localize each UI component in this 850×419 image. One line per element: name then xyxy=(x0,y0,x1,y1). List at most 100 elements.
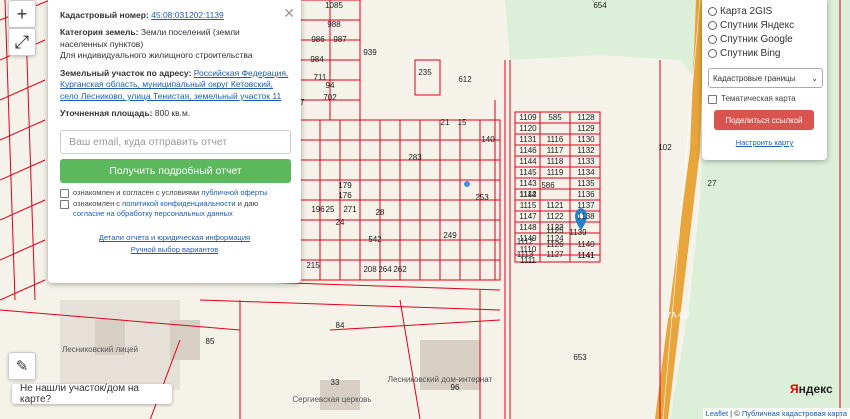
parcel-label: 612 xyxy=(458,75,472,84)
parcel-label: 1146 xyxy=(519,146,537,155)
thematic-row[interactable]: Тематическая карта xyxy=(708,94,821,104)
get-report-button[interactable]: Получить подробный отчет xyxy=(60,158,291,183)
radio-yandex-sat[interactable]: Спутник Яндекс xyxy=(708,18,821,32)
place-label: Сергиевская церковь xyxy=(292,395,371,404)
parcel-label: 176 xyxy=(338,191,352,200)
offer-checkbox-row[interactable]: ознакомлен и согласен с условиями публич… xyxy=(60,188,289,198)
privacy-text: ознакомлен с xyxy=(73,198,121,208)
parcel-label: 249 xyxy=(443,231,457,240)
parcel-label: 1117 xyxy=(547,146,564,155)
parcel-label: 1115 xyxy=(520,201,537,210)
pencil-icon: ✎ xyxy=(15,358,29,375)
parcel-label: 585 xyxy=(548,113,562,122)
parcel-label: 271 xyxy=(343,205,357,214)
share-link-button[interactable]: Поделиться ссылкой xyxy=(714,110,814,130)
offer-text: ознакомлен и согласен с условиями xyxy=(73,187,200,197)
radio-label: Спутник Bing xyxy=(720,47,781,59)
radio-icon[interactable] xyxy=(708,6,717,16)
privacy-checkbox[interactable] xyxy=(60,199,69,209)
parcel-label: 84 xyxy=(336,321,345,330)
parcel-label: 102 xyxy=(658,143,672,152)
parcel-label: 986 xyxy=(311,35,325,44)
parcel-label: 208 xyxy=(363,265,377,274)
layer-select[interactable]: Кадастровые границы ⌄ xyxy=(708,68,823,88)
parcel-label: 654 xyxy=(593,1,607,10)
map-app: 1085988986987984939947029771165461223510… xyxy=(0,0,850,419)
parcel-label: 1131 xyxy=(519,135,537,144)
leaflet-link[interactable]: Leaflet xyxy=(706,409,729,418)
parcel-label: 15 xyxy=(458,118,467,127)
parcel-label: 1118 xyxy=(547,157,564,166)
parcel-label: 702 xyxy=(323,93,337,102)
chevron-down-icon: ⌄ xyxy=(811,73,818,83)
thematic-checkbox[interactable] xyxy=(708,95,717,104)
parcel-label: 215 xyxy=(306,261,320,270)
area-label: Уточненная площадь: xyxy=(60,108,153,119)
parcel-label: 653 xyxy=(573,353,587,362)
edit-button[interactable]: ✎ xyxy=(8,352,36,380)
details-link[interactable]: Детали отчета и юридическая информация xyxy=(99,233,250,242)
not-found-button[interactable]: Не нашли участок/дом на карте? xyxy=(12,383,172,405)
yandex-logo: Яндекс xyxy=(790,382,833,396)
parcel-label: 1126 xyxy=(546,240,564,249)
parcel-label: 1113 xyxy=(517,250,534,259)
parcel-label: 1140 xyxy=(577,240,595,249)
parcel-label: 196 xyxy=(311,205,325,214)
parcel-label: 1143 xyxy=(519,179,537,188)
fullscreen-button[interactable]: ⤢ xyxy=(8,28,36,56)
radio-2gis[interactable]: Карта 2GIS xyxy=(708,4,821,18)
radio-bing-sat[interactable]: Спутник Bing xyxy=(708,46,821,60)
parcel-label: 25 xyxy=(326,205,335,214)
parcel-label: 1085 xyxy=(325,1,343,10)
parcel-label: 1120 xyxy=(519,124,537,133)
parcel-label: 1125 xyxy=(546,226,564,235)
parcel-info-panel: ✕ Кадастровый номер: 45:08:031202:1139 К… xyxy=(48,0,301,283)
parcel-label: 1136 xyxy=(577,190,595,199)
parcel-label: 542 xyxy=(368,235,382,244)
consent-link[interactable]: согласие на обработку персональных данны… xyxy=(73,209,233,218)
privacy-text2: и даю xyxy=(237,198,259,208)
parcel-label: 264 xyxy=(378,265,392,274)
parcel-label: 1148 xyxy=(519,223,537,232)
select-value: Кадастровые границы xyxy=(713,73,796,83)
offer-link[interactable]: публичной оферты xyxy=(201,188,267,197)
parcel-label: 1137 xyxy=(577,201,595,210)
parcel-label: 1127 xyxy=(546,250,564,259)
parcel-label: 24 xyxy=(336,218,345,227)
privacy-checkbox-row[interactable]: ознакомлен с политикой конфиденциальност… xyxy=(60,199,289,219)
parcel-label: 262 xyxy=(393,265,407,274)
radio-google-sat[interactable]: Спутник Google xyxy=(708,32,821,46)
parcel-label: 988 xyxy=(327,20,341,29)
parcel-label: 1128 xyxy=(577,113,595,122)
email-input[interactable]: Ваш email, куда отправить отчет xyxy=(60,129,291,154)
parcel-label: 27 xyxy=(708,179,717,188)
manual-link[interactable]: Ручной выбор вариантов xyxy=(131,245,219,254)
zoom-in-button[interactable]: + xyxy=(8,0,36,28)
expand-icon: ⤢ xyxy=(14,31,30,52)
setup-map-link[interactable]: Настроить карту xyxy=(708,138,821,147)
cad-number-link[interactable]: 45:08:031202:1139 xyxy=(151,10,224,20)
plus-icon: + xyxy=(16,3,28,24)
close-icon[interactable]: ✕ xyxy=(283,4,295,23)
radio-label: Спутник Яндекс xyxy=(720,19,795,31)
parcel-label: 1147 xyxy=(519,212,537,221)
parcel-label: 283 xyxy=(408,153,422,162)
parcel-label: 1129 xyxy=(577,124,595,133)
parcel-label: 21 xyxy=(441,118,450,127)
thematic-label: Тематическая карта xyxy=(721,94,796,103)
use-value: Для индивидуального жилищного строительс… xyxy=(60,50,253,61)
place-label: 27А-СУ xyxy=(662,311,690,320)
parcel-label: 1121 xyxy=(546,201,564,210)
parcel-label: 1114 xyxy=(520,190,537,199)
offer-checkbox[interactable] xyxy=(60,188,69,198)
radio-icon[interactable] xyxy=(708,20,717,30)
parcel-label: 85 xyxy=(206,337,215,346)
area-value: 800 кв.м. xyxy=(154,108,191,119)
radio-icon[interactable] xyxy=(708,34,717,44)
privacy-link[interactable]: политикой конфиденциальности xyxy=(122,199,235,208)
parcel-label: 96 xyxy=(451,383,460,392)
parcel-label: 1116 xyxy=(547,135,564,144)
radio-icon[interactable] xyxy=(708,48,717,58)
parcel-label: 1144 xyxy=(519,157,537,166)
pkk-link[interactable]: Публичная кадастровая карта xyxy=(742,409,847,418)
